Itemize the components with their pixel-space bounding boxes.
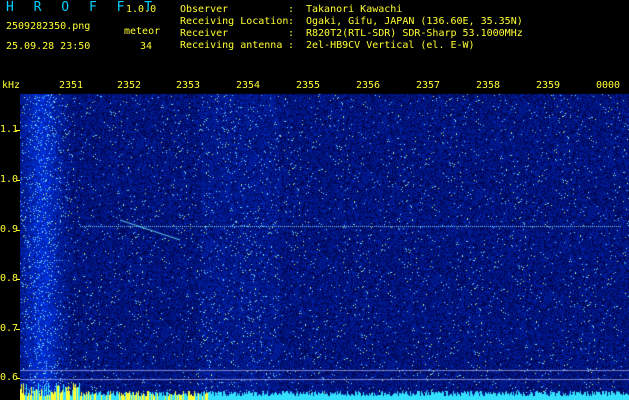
location-label: Receiving Location [180,16,289,27]
time-tick: 2357 [416,80,441,91]
time-axis: kHz 2351 2352 2353 2354 2355 2356 2357 2… [0,80,629,94]
observer-value: Takanori Kawachi [306,4,403,15]
time-tick: 2351 [59,80,84,91]
meteor-count-value: 34 [140,41,153,52]
time-tick: 2358 [476,80,501,91]
app-version: 1.0.0 [126,4,157,15]
receiver-value: R820T2(RTL-SDR) SDR-Sharp 53.1000MHz [306,28,523,39]
file-name: 2509282350.png [6,21,91,32]
time-tick: 2353 [176,80,201,91]
antenna-colon: : [288,40,295,51]
freq-tick-mark [16,180,20,181]
location-value: Ogaki, Gifu, JAPAN (136.60E, 35.35N) [306,16,523,27]
khz-unit-label: kHz [2,80,21,91]
receiver-colon: : [288,28,295,39]
observer-label: Observer [180,4,229,15]
time-tick: 2352 [117,80,142,91]
antenna-value: 2el-HB9CV Vertical (el. E-W) [306,40,475,51]
header-panel: H R O F F T 1.0.0 2509282350.png meteor … [0,0,629,80]
freq-tick-mark [16,329,20,330]
time-tick: 2356 [356,80,381,91]
time-tick: 2354 [236,80,261,91]
time-tick: 2359 [536,80,561,91]
location-colon: : [288,16,295,27]
antenna-label: Receiving antenna [180,40,283,51]
time-tick: 2355 [296,80,321,91]
freq-tick-mark [16,230,20,231]
freq-tick-mark [16,378,20,379]
receiver-label: Receiver [180,28,229,39]
time-tick: 0000 [596,80,621,91]
meteor-count-label: meteor [124,26,161,37]
freq-tick-mark [16,130,20,131]
capture-datetime: 25.09.28 23:50 [6,41,91,52]
spectrogram [20,80,629,400]
freq-tick-mark [16,279,20,280]
observer-colon: : [288,4,295,15]
